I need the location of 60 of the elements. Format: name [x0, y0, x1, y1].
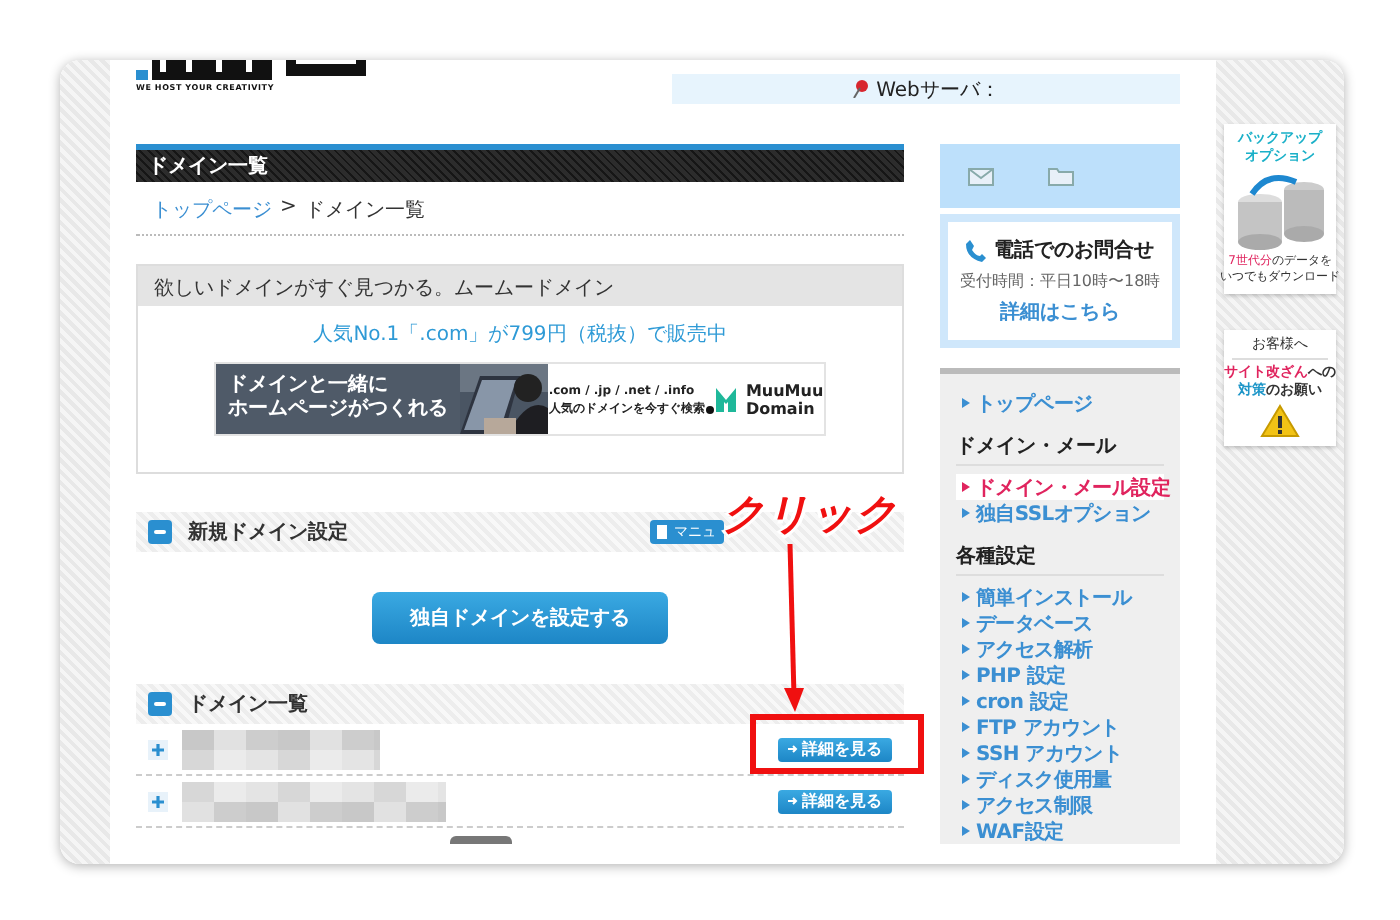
arrow-icon [962, 644, 970, 654]
arrow-icon [962, 722, 970, 732]
details-button[interactable]: 詳細を見る [778, 789, 892, 813]
folder-icon[interactable] [1048, 166, 1074, 186]
nav-link[interactable]: データベース [956, 610, 1164, 636]
banner-caption: ドメインと一緒に ホームページがつくれる [216, 364, 460, 434]
annotation-label: クリック [722, 488, 898, 542]
section-title: 新規ドメイン設定 [188, 518, 350, 546]
arrow-icon [962, 670, 970, 680]
contact-link[interactable]: 詳細はこちら [1000, 298, 1120, 326]
breadcrumb-current: ドメイン一覧 [304, 198, 425, 224]
arrow-icon [788, 796, 798, 806]
arrow-icon [962, 618, 970, 628]
brand-icon [705, 383, 740, 415]
book-icon [656, 524, 668, 540]
pin-icon [852, 80, 869, 98]
arrow-icon [962, 826, 970, 836]
arrow-icon [962, 696, 970, 706]
setup-domain-button[interactable]: 独自ドメインを設定する [372, 592, 668, 644]
expand-icon[interactable] [148, 739, 168, 759]
contact-title: 電話でのお問合せ [994, 237, 1154, 264]
nav-link[interactable]: cron 設定 [956, 688, 1164, 714]
arrow-icon [788, 744, 798, 754]
nav-link[interactable]: PHP 設定 [956, 662, 1164, 688]
nav-link[interactable]: ディスク使用量 [956, 766, 1164, 792]
arrow-icon [962, 398, 970, 408]
arrow-icon [962, 482, 970, 492]
phone-icon [966, 239, 986, 261]
nav-heading: 各種設定 [956, 526, 1164, 576]
arrow-icon [962, 508, 970, 518]
details-button[interactable]: 詳細を見る [778, 737, 892, 761]
page-title: ドメイン一覧 [136, 144, 904, 182]
warning-icon [1260, 404, 1300, 438]
scroll-handle[interactable] [449, 836, 511, 844]
nav-link[interactable]: SSH アカウント [956, 740, 1164, 766]
promo-link[interactable]: 人気No.1「.com」が799円（税抜）で販売中 [313, 320, 727, 348]
nav-link[interactable]: WAF設定 [956, 818, 1164, 844]
nav-link[interactable]: 独自SSLオプション [956, 500, 1164, 526]
arrow-icon [962, 800, 970, 810]
nav-link[interactable]: トップページ [956, 390, 1164, 416]
brand-name: MuuMuu Domain [745, 381, 824, 417]
contact-hours: 受付時間：平日10時〜18時 [959, 270, 1161, 292]
nav-heading: ドメイン・メール [956, 416, 1164, 466]
nav-link[interactable]: 簡単インストール [956, 584, 1164, 610]
nav-link[interactable]: アクセス制限 [956, 792, 1164, 818]
section-title: ドメイン一覧 [188, 691, 310, 718]
arrow-icon [962, 748, 970, 758]
arrow-icon [962, 774, 970, 784]
promo-heading: 欲しいドメインがすぐ見つかる。ムームードメイン [138, 266, 902, 306]
nav-link[interactable]: FTP アカウント [956, 714, 1164, 740]
mail-icon[interactable] [968, 167, 994, 185]
arrow-icon [962, 592, 970, 602]
expand-icon[interactable] [148, 791, 168, 811]
database-drawing [1232, 170, 1328, 250]
nav-link[interactable]: アクセス解析 [956, 636, 1164, 662]
breadcrumb-separator: > [280, 196, 297, 222]
server-label: Webサーバ： [876, 77, 1000, 103]
breadcrumb-link[interactable]: トップページ [152, 196, 272, 224]
section-icon [148, 520, 172, 544]
section-icon [148, 692, 172, 716]
